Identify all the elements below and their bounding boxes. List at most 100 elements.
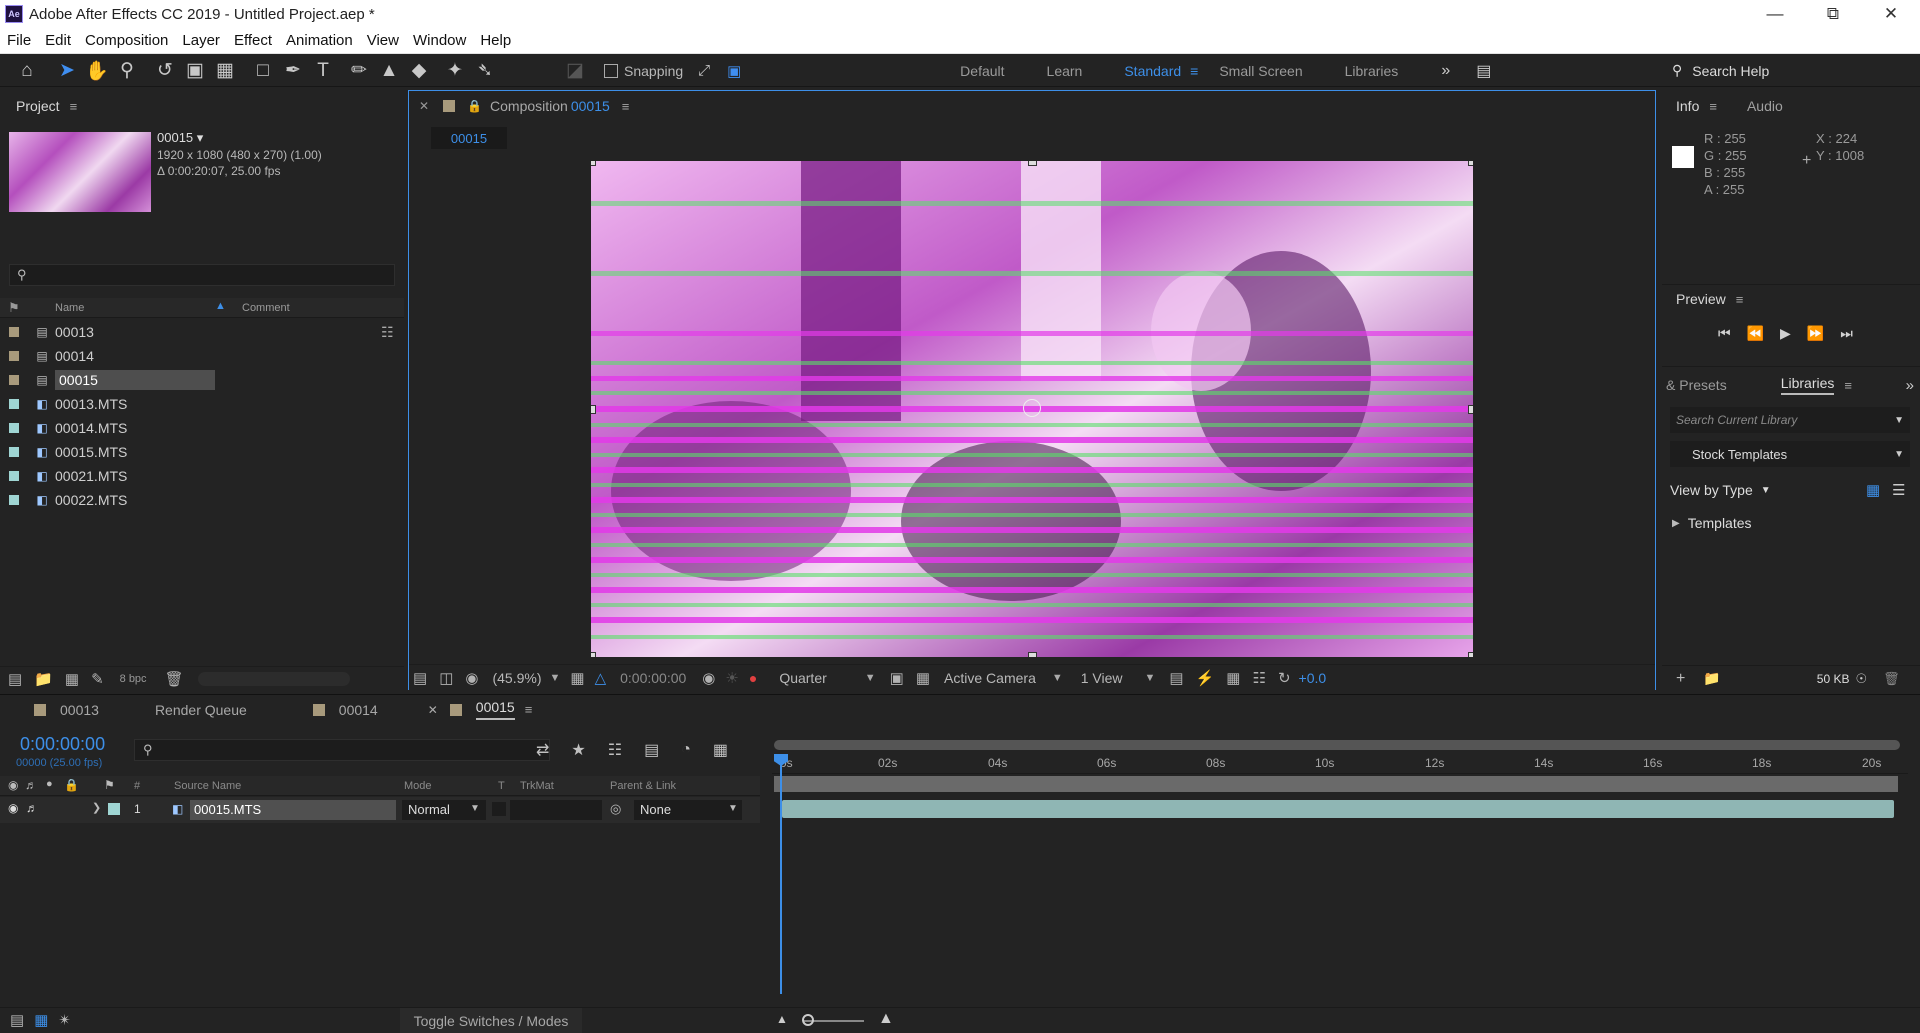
exposure-value[interactable]: +0.0 <box>1299 670 1327 686</box>
project-item[interactable]: ◧ 00021.MTS <box>0 464 127 488</box>
chevron-down-icon[interactable]: ▼ <box>1894 415 1904 426</box>
selected-item-name[interactable]: 00015 ▾ <box>157 130 203 146</box>
timeline-icon[interactable]: ▦ <box>1226 669 1240 687</box>
add-icon[interactable]: + <box>1676 670 1685 688</box>
preview-title[interactable]: Preview <box>1676 291 1726 307</box>
time-ruler[interactable]: 0s 02s 04s 06s 08s 10s 12s 14s 16s 18s 2… <box>772 752 1908 774</box>
composition-name[interactable]: 00015 <box>571 98 610 114</box>
motion-blur-icon[interactable]: ◔ <box>681 741 691 759</box>
project-item[interactable]: ◧ 00022.MTS <box>0 488 127 512</box>
composition-viewer[interactable] <box>591 161 1473 657</box>
lock-icon[interactable]: 🔒 <box>64 778 79 792</box>
transform-handle[interactable] <box>1028 161 1037 166</box>
zoom-dropdown[interactable]: (45.9%) <box>492 670 541 686</box>
library-search-input[interactable]: Search Current Library ▼ <box>1670 407 1910 433</box>
pen-tool-icon[interactable]: ✒ <box>278 57 308 85</box>
composition-mini-flowchart-icon[interactable]: ⇄ <box>536 740 549 760</box>
in-out-panes-icon[interactable]: ✴ <box>58 1011 71 1029</box>
transform-handle[interactable] <box>1468 652 1473 657</box>
chevron-down-icon[interactable]: ▼ <box>470 803 480 814</box>
snapping-toggle[interactable]: Snapping <box>604 63 683 79</box>
project-item[interactable]: ▤ 00013 ☷ <box>0 320 394 344</box>
panel-menu-icon[interactable]: ≡ <box>1736 292 1744 307</box>
restore-icon[interactable]: ⧉ <box>1804 0 1862 28</box>
rectangle-tool-icon[interactable]: □ <box>248 57 278 85</box>
workspace-small-screen[interactable]: Small Screen <box>1198 63 1323 79</box>
name-column-header[interactable]: Name <box>55 302 84 314</box>
current-time-display[interactable]: 0:00:00:00 <box>620 670 686 686</box>
comp-breadcrumb-tab[interactable]: 00015 <box>431 127 507 149</box>
menu-view[interactable]: View <box>360 32 406 49</box>
label-swatch[interactable] <box>9 495 19 505</box>
panel-menu-icon[interactable]: ≡ <box>70 99 78 114</box>
label-swatch[interactable] <box>9 327 19 337</box>
last-frame-icon[interactable]: ⏭ <box>1840 325 1853 342</box>
3d-glasses-icon[interactable]: ◉ <box>465 669 478 687</box>
type-tool-icon[interactable]: T <box>308 57 338 85</box>
workspace-learn[interactable]: Learn <box>1026 63 1104 79</box>
pick-whip-icon[interactable]: ◎ <box>610 801 621 817</box>
project-panel-title[interactable]: Project <box>16 98 60 114</box>
roto-brush-tool-icon[interactable]: ✦ <box>440 57 470 85</box>
chevron-down-icon[interactable]: ▼ <box>550 672 561 684</box>
first-frame-icon[interactable]: ⏮ <box>1718 325 1731 342</box>
transform-handle[interactable] <box>591 161 596 166</box>
region-of-interest-icon[interactable]: ▣ <box>890 669 904 687</box>
workspace-default[interactable]: Default <box>939 63 1025 79</box>
tab-audio[interactable]: Audio <box>1747 98 1783 114</box>
project-search-input[interactable]: ⚲ <box>9 264 395 286</box>
zoom-slider-thumb[interactable] <box>802 1014 814 1026</box>
label-swatch[interactable] <box>9 423 19 433</box>
monitor-icon[interactable]: ◫ <box>439 669 453 687</box>
label-swatch[interactable] <box>312 703 325 716</box>
label-swatch[interactable] <box>9 399 19 409</box>
solo-icon[interactable]: ● <box>46 778 53 790</box>
panel-menu-icon[interactable]: ≡ <box>1709 99 1717 114</box>
folder-icon[interactable]: 📁 <box>1703 670 1720 687</box>
audio-icon[interactable]: ♬ <box>25 778 37 792</box>
trash-icon[interactable]: 🗑 <box>1883 671 1900 687</box>
chevron-down-icon[interactable]: ▼ <box>1894 449 1904 460</box>
more-panels-icon[interactable]: » <box>1906 377 1914 394</box>
zoom-in-icon[interactable]: ▲ <box>878 1010 894 1028</box>
snap-features-icon[interactable]: ▣ <box>719 57 749 85</box>
comp-label-swatch[interactable] <box>443 100 456 112</box>
menu-file[interactable]: File <box>0 32 38 49</box>
toggle-switches-modes-button[interactable]: Toggle Switches / Modes <box>400 1008 582 1033</box>
menu-help[interactable]: Help <box>473 32 518 49</box>
frame-blending-icon[interactable]: ▤ <box>644 740 659 760</box>
tab-comp-00013[interactable]: 00013 <box>60 702 99 718</box>
lock-icon[interactable]: 🔒 <box>467 99 482 113</box>
draft-3d-icon[interactable]: ★ <box>571 740 585 760</box>
list-view-icon[interactable]: ☰ <box>1892 481 1905 499</box>
chevron-down-icon[interactable]: ▼ <box>1052 672 1063 684</box>
panel-menu-icon[interactable]: ≡ <box>525 702 533 717</box>
flowchart-icon[interactable]: ☷ <box>1252 669 1265 687</box>
menu-effect[interactable]: Effect <box>227 32 279 49</box>
snapping-checkbox[interactable] <box>604 63 618 78</box>
resolution-dropdown[interactable]: Quarter <box>779 670 826 686</box>
tab-effects-presets[interactable]: & Presets <box>1666 377 1727 393</box>
menu-animation[interactable]: Animation <box>279 32 360 49</box>
view-layout-dropdown[interactable]: 1 View <box>1081 670 1123 686</box>
workspace-libraries[interactable]: Libraries <box>1324 63 1420 79</box>
home-icon[interactable]: ⌂ <box>12 57 42 85</box>
always-preview-icon[interactable]: ▤ <box>413 669 427 687</box>
safe-margins-icon[interactable]: ▦ <box>570 669 584 687</box>
graph-editor-icon[interactable]: ▦ <box>713 740 728 760</box>
audio-icon[interactable]: ♬ <box>26 801 38 815</box>
pan-behind-tool-icon[interactable]: ▦ <box>210 57 240 85</box>
workspace-menu-icon[interactable]: ≡ <box>1190 63 1198 79</box>
panel-menu-icon[interactable]: ≡ <box>622 99 630 114</box>
puppet-pin-tool-icon[interactable]: ➴ <box>470 57 500 85</box>
library-dropdown[interactable]: Stock Templates ▼ <box>1670 441 1910 467</box>
view-by-type-dropdown[interactable]: View by Type <box>1670 482 1753 498</box>
label-swatch[interactable] <box>9 375 19 385</box>
toggle-pixel-aspect-icon[interactable]: ▤ <box>1169 669 1183 687</box>
eye-icon[interactable]: ◉ <box>8 801 18 815</box>
channel-rgb-icon[interactable]: ● <box>749 670 757 686</box>
transfer-controls-icon[interactable]: ▦ <box>34 1011 48 1029</box>
label-swatch[interactable] <box>449 703 462 716</box>
templates-section[interactable]: ▶ Templates <box>1672 515 1752 531</box>
transform-handle[interactable] <box>1468 161 1473 166</box>
